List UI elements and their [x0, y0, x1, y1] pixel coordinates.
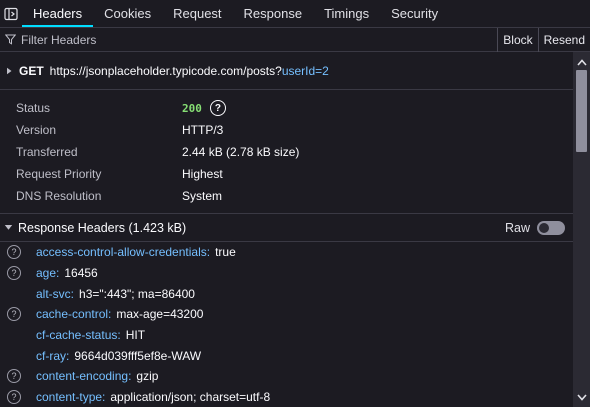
- header-value: gzip: [136, 369, 159, 384]
- request-url-query: userId=2: [281, 63, 329, 78]
- tab-request[interactable]: Request: [162, 0, 232, 27]
- header-name: alt-svc:: [36, 286, 75, 301]
- response-headers-list: ? access-control-allow-credentials: true…: [0, 242, 573, 407]
- header-help-icon[interactable]: ?: [7, 369, 21, 384]
- tab-response[interactable]: Response: [233, 0, 314, 27]
- vertical-scrollbar[interactable]: [573, 52, 590, 407]
- summary-key: Version: [16, 123, 57, 137]
- summary-key: Status: [16, 101, 51, 115]
- header-row: ? cache-control: max-age=43200: [0, 304, 573, 325]
- filter-bar: Block Resend: [0, 27, 590, 52]
- headers-panel: GET https://jsonplaceholder.typicode.com…: [0, 52, 573, 407]
- scroll-down-button[interactable]: [573, 389, 590, 405]
- header-value: 16456: [64, 266, 98, 281]
- summary-row-transferred: Transferred 2.44 kB (2.78 kB size): [0, 141, 573, 163]
- header-name: cf-cache-status:: [36, 328, 121, 343]
- header-value: application/json; charset=utf-8: [110, 390, 271, 405]
- resend-button[interactable]: Resend: [537, 27, 590, 52]
- summary-value: Highest: [182, 167, 223, 181]
- header-row: cf-cache-status: HIT: [0, 325, 573, 346]
- header-row: ? content-type: application/json; charse…: [0, 387, 573, 407]
- summary-value: 2.44 kB (2.78 kB size): [182, 145, 300, 159]
- request-url: https://jsonplaceholder.typicode.com/pos…: [50, 64, 329, 78]
- status-code: 200: [182, 101, 202, 115]
- summary-row-version: Version HTTP/3: [0, 119, 573, 141]
- summary-value: System: [182, 189, 223, 203]
- request-url-row[interactable]: GET https://jsonplaceholder.typicode.com…: [0, 52, 573, 90]
- summary-value: HTTP/3: [182, 123, 224, 137]
- response-headers-section-header[interactable]: Response Headers (1.423 kB) Raw: [0, 214, 573, 242]
- header-value: 9664d039fff5ef8e-WAW: [74, 348, 202, 363]
- filter-icon: [5, 34, 16, 45]
- header-help-icon[interactable]: ?: [7, 266, 21, 281]
- filter-headers-input[interactable]: [21, 32, 321, 47]
- request-url-base: https://jsonplaceholder.typicode.com/pos…: [49, 63, 282, 78]
- sidebar-toggle-icon: [4, 7, 18, 20]
- scrollbar-thumb[interactable]: [576, 70, 587, 152]
- header-row: ? age: 16456: [0, 263, 573, 284]
- header-row: ? content-encoding: gzip: [0, 366, 573, 387]
- header-name: access-control-allow-credentials:: [36, 245, 211, 260]
- request-summary: Status 200 ? Version HTTP/3 Transferred …: [0, 90, 573, 214]
- raw-label: Raw: [504, 220, 530, 235]
- header-row: cf-ray: 9664d039fff5ef8e-WAW: [0, 345, 573, 366]
- header-row: alt-svc: h3=":443"; ma=86400: [0, 283, 573, 304]
- summary-key: DNS Resolution: [16, 189, 102, 203]
- details-tab-bar: Headers Cookies Request Response Timings…: [0, 0, 590, 28]
- request-method: GET: [19, 63, 44, 78]
- tab-cookies[interactable]: Cookies: [93, 0, 162, 27]
- chevron-down-icon: [576, 393, 587, 401]
- header-value: max-age=43200: [116, 307, 204, 322]
- raw-toggle[interactable]: Raw: [504, 220, 565, 235]
- tab-security[interactable]: Security: [380, 0, 449, 27]
- header-help-icon[interactable]: ?: [7, 245, 21, 260]
- summary-key: Request Priority: [16, 167, 102, 181]
- status-help-icon[interactable]: ?: [209, 100, 226, 116]
- raw-switch[interactable]: [537, 220, 565, 235]
- header-help-icon[interactable]: ?: [7, 307, 21, 322]
- collapse-arrow-icon: [4, 225, 13, 230]
- summary-row-dns: DNS Resolution System: [0, 185, 573, 207]
- header-row: ? access-control-allow-credentials: true: [0, 242, 573, 263]
- response-headers-title: Response Headers (1.423 kB): [18, 220, 187, 235]
- filter-headers-field[interactable]: [0, 29, 497, 51]
- tab-headers[interactable]: Headers: [22, 0, 93, 27]
- header-name: content-encoding:: [36, 369, 132, 384]
- header-value: h3=":443"; ma=86400: [79, 286, 195, 301]
- summary-row-priority: Request Priority Highest: [0, 163, 573, 185]
- header-name: cache-control:: [36, 307, 112, 322]
- header-name: age:: [36, 266, 60, 281]
- summary-row-status: Status 200 ?: [0, 97, 573, 119]
- header-name: content-type:: [36, 390, 106, 405]
- block-button[interactable]: Block: [497, 27, 537, 52]
- tab-timings[interactable]: Timings: [313, 0, 380, 27]
- header-value: HIT: [125, 328, 146, 343]
- toggle-sidebar-button[interactable]: [0, 0, 22, 27]
- header-value: true: [215, 245, 236, 260]
- header-help-icon[interactable]: ?: [7, 390, 21, 405]
- expand-arrow-icon: [7, 67, 12, 74]
- scroll-up-button[interactable]: [573, 54, 590, 70]
- header-name: cf-ray:: [36, 348, 70, 363]
- chevron-up-icon: [576, 58, 587, 66]
- summary-key: Transferred: [16, 145, 78, 159]
